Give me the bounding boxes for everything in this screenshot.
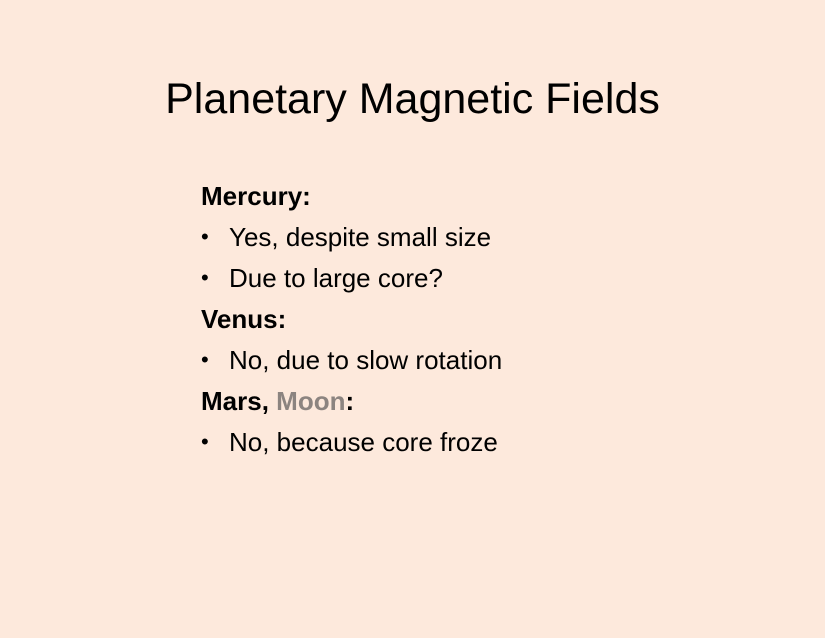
bullet-item: • Due to large core?	[201, 261, 761, 295]
bullet-text: Yes, despite small size	[229, 222, 492, 252]
bullet-item: • Yes, despite small size	[201, 220, 761, 254]
heading-mars: Mars,	[201, 386, 277, 416]
bullet-item: • No, because core froze	[201, 425, 761, 459]
section-heading-venus: Venus:	[201, 304, 287, 334]
section-heading-mercury: Mercury:	[201, 181, 311, 211]
slide: Planetary Magnetic Fields Mercury: • Yes…	[0, 0, 825, 638]
slide-content: Mercury: • Yes, despite small size • Due…	[201, 179, 761, 466]
heading-moon: Moon	[276, 386, 346, 416]
bullet-icon: •	[201, 224, 209, 249]
bullet-list-venus: • No, due to slow rotation	[201, 343, 761, 377]
section-heading-mars-moon: Mars, Moon:	[201, 384, 761, 418]
bullet-text: No, because core froze	[229, 427, 498, 457]
bullet-icon: •	[201, 429, 209, 454]
bullet-list-mars-moon: • No, because core froze	[201, 425, 761, 459]
bullet-icon: •	[201, 265, 209, 290]
heading-colon: :	[345, 386, 355, 416]
bullet-text: No, due to slow rotation	[229, 345, 503, 375]
bullet-icon: •	[201, 347, 209, 372]
bullet-list-mercury: • Yes, despite small size • Due to large…	[201, 220, 761, 295]
bullet-item: • No, due to slow rotation	[201, 343, 761, 377]
slide-title: Planetary Magnetic Fields	[165, 75, 660, 123]
bullet-text: Due to large core?	[229, 263, 443, 293]
